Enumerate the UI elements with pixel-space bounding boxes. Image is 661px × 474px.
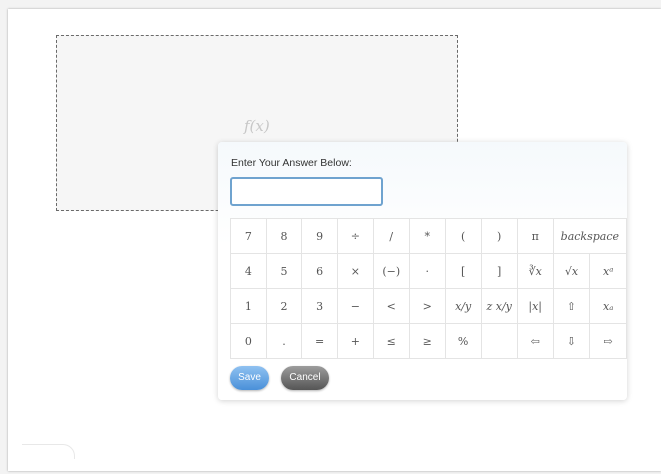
key-blank <box>480 323 518 359</box>
key-open-bracket[interactable]: [ <box>444 253 482 289</box>
key-percent[interactable]: % <box>444 323 482 359</box>
key-negative[interactable]: (−) <box>372 253 410 289</box>
key-less-than[interactable]: < <box>372 288 410 324</box>
arrow-right-icon[interactable]: ⇨ <box>589 323 627 359</box>
key-slash[interactable]: / <box>372 218 410 254</box>
corner-decoration <box>22 444 75 459</box>
key-close-paren[interactable]: ) <box>480 218 518 254</box>
key-backspace[interactable]: backspace <box>552 218 628 254</box>
key-absolute-value[interactable]: |x| <box>516 288 554 324</box>
answer-keypad-panel: Enter Your Answer Below: 7 8 9 ÷ / * ( )… <box>218 142 628 400</box>
arrow-down-icon[interactable]: ⇩ <box>552 323 591 359</box>
arrow-left-icon[interactable]: ⇦ <box>516 323 554 359</box>
key-plus[interactable]: + <box>336 323 374 359</box>
key-decimal[interactable]: . <box>265 323 303 359</box>
key-0[interactable]: 0 <box>230 323 267 359</box>
key-dot-multiply[interactable]: · <box>408 253 446 289</box>
key-5[interactable]: 5 <box>265 253 303 289</box>
key-6[interactable]: 6 <box>301 253 338 289</box>
key-greater-equal[interactable]: ≥ <box>408 323 446 359</box>
key-9[interactable]: 9 <box>301 218 338 254</box>
key-subscript[interactable]: xₐ <box>589 288 627 324</box>
panel-label: Enter Your Answer Below: <box>231 157 352 169</box>
key-pi[interactable]: π <box>516 218 554 254</box>
key-equals[interactable]: = <box>301 323 338 359</box>
key-minus[interactable]: − <box>336 288 374 324</box>
key-8[interactable]: 8 <box>265 218 303 254</box>
key-cube-root[interactable]: ∛x <box>516 253 554 289</box>
key-open-paren[interactable]: ( <box>444 218 482 254</box>
keypad-row: 7 8 9 ÷ / * ( ) π backspace <box>230 218 628 254</box>
keypad-row: 0 . = + ≤ ≥ % ⇦ ⇩ ⇨ <box>230 323 627 359</box>
key-power[interactable]: xᵃ <box>589 253 627 289</box>
key-square-root[interactable]: √x <box>552 253 591 289</box>
key-times[interactable]: × <box>336 253 374 289</box>
keypad-row: 4 5 6 × (−) · [ ] ∛x √x xᵃ <box>230 253 627 289</box>
key-4[interactable]: 4 <box>230 253 267 289</box>
key-1[interactable]: 1 <box>230 288 267 324</box>
cancel-button[interactable]: Cancel <box>281 366 329 390</box>
save-button[interactable]: Save <box>230 366 269 390</box>
key-fraction[interactable]: x/y <box>444 288 482 324</box>
key-less-equal[interactable]: ≤ <box>372 323 410 359</box>
key-divide[interactable]: ÷ <box>336 218 374 254</box>
key-close-bracket[interactable]: ] <box>480 253 518 289</box>
key-3[interactable]: 3 <box>301 288 338 324</box>
key-mixed-fraction[interactable]: z x/y <box>480 288 518 324</box>
key-greater-than[interactable]: > <box>408 288 446 324</box>
key-asterisk[interactable]: * <box>408 218 446 254</box>
formula-placeholder: f(x) <box>244 117 270 135</box>
key-7[interactable]: 7 <box>230 218 267 254</box>
math-keypad: 7 8 9 ÷ / * ( ) π backspace 4 5 6 × (−) … <box>230 218 628 359</box>
key-2[interactable]: 2 <box>265 288 303 324</box>
arrow-up-icon[interactable]: ⇧ <box>552 288 591 324</box>
answer-input[interactable] <box>230 177 383 206</box>
keypad-row: 1 2 3 − < > x/y z x/y |x| ⇧ xₐ <box>230 288 627 324</box>
